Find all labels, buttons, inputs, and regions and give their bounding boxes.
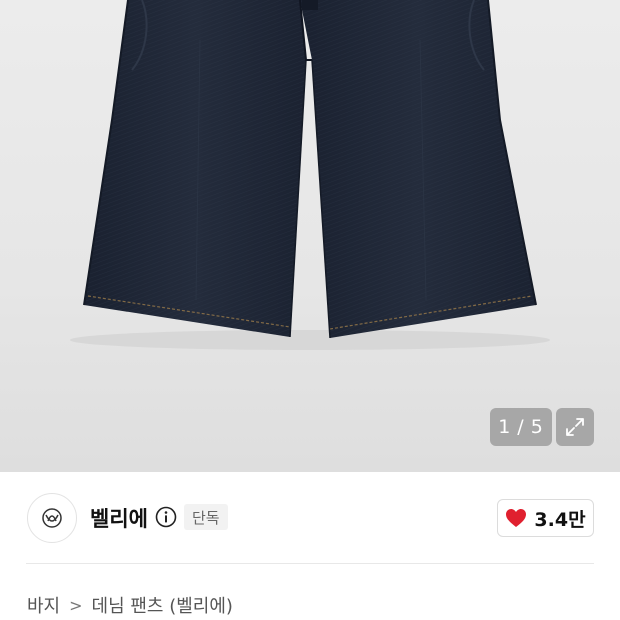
brand-logo[interactable]	[27, 493, 77, 543]
breadcrumb-subcategory[interactable]: 데님 팬츠 (벨리에)	[92, 592, 233, 618]
breadcrumb-category[interactable]: 바지	[27, 592, 60, 618]
product-image-denim-shorts	[70, 0, 550, 350]
product-image-gallery[interactable]: 1 / 5	[0, 0, 620, 472]
breadcrumb-separator: >	[69, 595, 83, 615]
like-button[interactable]: 3.4만	[497, 499, 594, 537]
expand-icon	[566, 418, 584, 436]
like-count: 3.4만	[534, 508, 586, 531]
info-icon[interactable]	[155, 506, 177, 528]
image-counter-current: 1	[498, 416, 512, 438]
heart-icon	[506, 509, 527, 527]
divider	[26, 563, 594, 564]
image-counter: 1 / 5	[490, 408, 552, 446]
image-counter-separator: /	[517, 416, 525, 438]
expand-button[interactable]	[556, 408, 594, 446]
breadcrumb: 바지 > 데님 팬츠 (벨리에)	[27, 592, 233, 618]
image-counter-total: 5	[530, 416, 544, 438]
brand-row: 벨리에 단독 3.4만	[0, 472, 620, 564]
exclusive-badge: 단독	[184, 504, 228, 530]
brand-logo-icon	[42, 508, 62, 528]
brand-name[interactable]: 벨리에	[90, 503, 148, 533]
